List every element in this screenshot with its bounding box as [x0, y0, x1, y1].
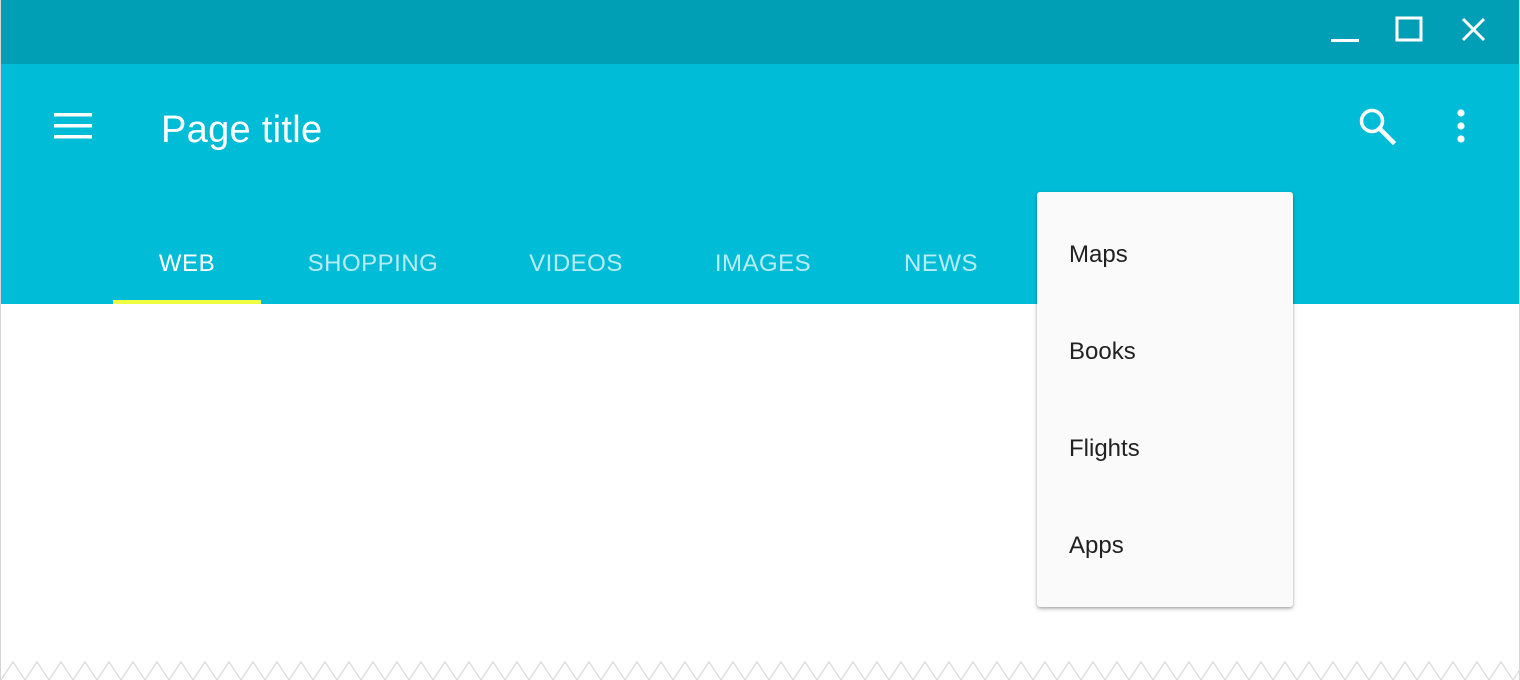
tab-label: VIDEOS	[529, 250, 623, 277]
minimize-button[interactable]	[1325, 12, 1365, 52]
tab-web[interactable]: WEB	[113, 224, 261, 304]
tab-images[interactable]: IMAGES	[693, 224, 833, 304]
hamburger-menu-icon	[54, 112, 92, 145]
menu-item-books[interactable]: Books	[1037, 303, 1293, 400]
menu-item-label: Books	[1069, 337, 1136, 365]
more-vertical-icon	[1455, 108, 1467, 149]
zigzag-edge	[1, 656, 1519, 680]
tab-label: NEWS	[904, 250, 978, 277]
tab-label: WEB	[158, 250, 216, 277]
maximize-button[interactable]	[1389, 12, 1429, 52]
tab-label: SHOPPING	[307, 250, 439, 277]
tab-videos[interactable]: VIDEOS	[507, 224, 645, 304]
search-button[interactable]	[1351, 104, 1403, 152]
menu-item-flights[interactable]: Flights	[1037, 400, 1293, 497]
overflow-dropdown-menu: Maps Books Flights Apps	[1037, 192, 1293, 607]
menu-item-label: Maps	[1069, 240, 1128, 268]
maximize-icon	[1394, 15, 1424, 50]
window-titlebar	[1, 0, 1519, 64]
tab-news[interactable]: NEWS	[881, 224, 1001, 304]
menu-item-label: Apps	[1069, 531, 1124, 559]
page-title: Page title	[161, 109, 323, 151]
app-window: Page title WEB SHOPPING VIDEOS IMAGES NE…	[0, 0, 1520, 680]
tab-label: IMAGES	[714, 250, 812, 277]
minimize-icon	[1330, 15, 1360, 50]
menu-item-apps[interactable]: Apps	[1037, 497, 1293, 594]
tab-shopping[interactable]: SHOPPING	[283, 224, 463, 304]
close-button[interactable]	[1453, 12, 1493, 52]
menu-item-label: Flights	[1069, 434, 1140, 462]
navigation-menu-button[interactable]	[45, 104, 101, 152]
more-options-button[interactable]	[1441, 104, 1481, 152]
close-icon	[1458, 15, 1488, 50]
menu-item-maps[interactable]: Maps	[1037, 206, 1293, 303]
search-icon	[1358, 107, 1397, 150]
